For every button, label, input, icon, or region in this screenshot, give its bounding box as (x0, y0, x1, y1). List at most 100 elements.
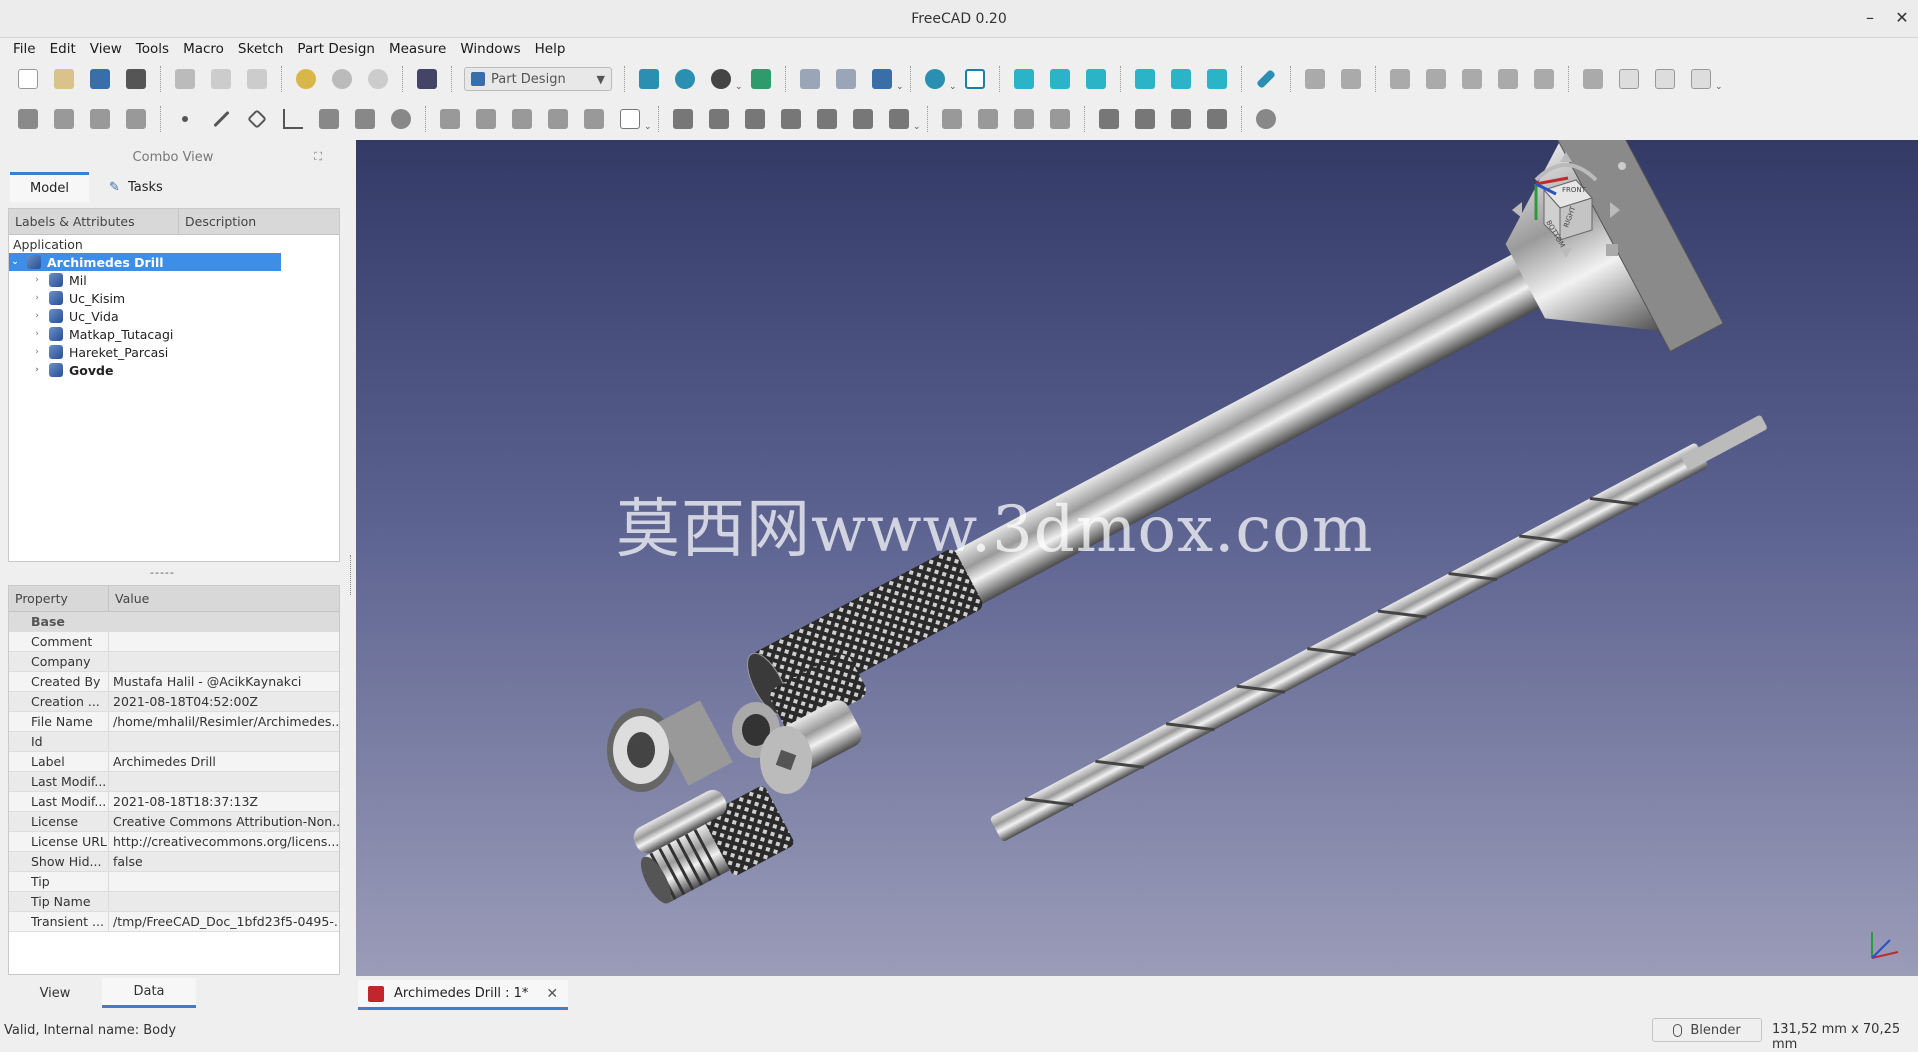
tree-item-matkap-tutacagi[interactable]: › Matkap_Tutacagi (9, 325, 339, 343)
expand-icon[interactable]: › (31, 347, 43, 357)
tab-model[interactable]: Model (10, 172, 90, 202)
menu-sketch[interactable]: Sketch (231, 41, 290, 57)
expand-icon[interactable]: › (31, 275, 43, 285)
tree-item-root[interactable]: ⌄ Archimedes Drill (9, 253, 281, 271)
property-row[interactable]: Tip (9, 872, 339, 892)
cube-view-menu-icon[interactable] (1606, 244, 1618, 256)
new-document-button[interactable] (13, 64, 43, 94)
draw-style-button[interactable] (706, 64, 736, 94)
draft-button[interactable] (1166, 104, 1196, 134)
navigation-style-button[interactable]: Blender (1652, 1018, 1762, 1042)
property-value[interactable]: 2021-08-18T04:52:00Z (109, 694, 339, 709)
expand-icon[interactable]: › (31, 293, 43, 303)
header-value[interactable]: Value (109, 586, 339, 611)
dock-splitter[interactable] (350, 555, 352, 595)
chevron-down-icon[interactable]: ⌄ (896, 82, 904, 92)
collar-part[interactable] (607, 700, 733, 792)
property-value[interactable]: Mustafa Halil - @AcikKaynakci (109, 674, 339, 689)
property-group-base[interactable]: Base (9, 612, 339, 632)
paste-button[interactable] (242, 64, 272, 94)
left-view-button[interactable] (1202, 64, 1232, 94)
property-row[interactable]: Id (9, 732, 339, 752)
property-value[interactable]: Archimedes Drill (109, 754, 339, 769)
tab-tasks[interactable]: ✎ Tasks (89, 172, 183, 202)
property-row[interactable]: Creation ... 2021-08-18T04:52:00Z (9, 692, 339, 712)
local-cs-button[interactable] (278, 104, 308, 134)
tree-item-hareket-parcasi[interactable]: › Hareket_Parcasi (9, 343, 339, 361)
bottom-view-button[interactable] (1166, 64, 1196, 94)
tree-item-govde[interactable]: › Govde (9, 361, 339, 379)
datum-plane-button[interactable] (242, 104, 272, 134)
part-tool-2-button[interactable] (1336, 64, 1366, 94)
right-view-button[interactable] (1081, 64, 1111, 94)
chevron-down-icon[interactable]: ⌄ (1715, 82, 1723, 92)
fit-all-button[interactable] (634, 64, 664, 94)
property-row[interactable]: Company (9, 652, 339, 672)
additive-spring-button[interactable] (579, 104, 609, 134)
zoom-button[interactable] (920, 64, 950, 94)
menu-tools[interactable]: Tools (129, 41, 176, 57)
property-row[interactable]: Last Modif... 2021-08-18T18:37:13Z (9, 792, 339, 812)
property-row[interactable]: Created By Mustafa Halil - @AcikKaynakci (9, 672, 339, 692)
polar-pattern-button[interactable] (1009, 104, 1039, 134)
tree-item-uc-vida[interactable]: › Uc_Vida (9, 307, 339, 325)
linear-pattern-button[interactable] (973, 104, 1003, 134)
menu-windows[interactable]: Windows (453, 41, 527, 57)
back-button[interactable] (795, 64, 825, 94)
menu-edit[interactable]: Edit (43, 41, 83, 57)
header-labels[interactable]: Labels & Attributes (9, 209, 179, 234)
menu-file[interactable]: File (6, 41, 43, 57)
create-group-button[interactable] (1614, 64, 1644, 94)
measure-distance-button[interactable] (1251, 64, 1281, 94)
part-tool-1-button[interactable] (1300, 64, 1330, 94)
create-part-button[interactable] (1578, 64, 1608, 94)
workbench-selector[interactable]: Part Design ▼ (464, 67, 612, 91)
menu-view[interactable]: View (83, 41, 129, 57)
validate-sketch-button[interactable] (85, 104, 115, 134)
property-row[interactable]: License Creative Commons Attribution-Non.… (9, 812, 339, 832)
property-value[interactable]: /home/mhalil/Resimler/Archimedes... (109, 714, 339, 729)
link-tool-1-button[interactable] (1385, 64, 1415, 94)
link-tool-3-button[interactable] (1457, 64, 1487, 94)
multi-transform-button[interactable] (1045, 104, 1075, 134)
additive-box-button[interactable] (615, 104, 645, 134)
tree-item-mil[interactable]: › Mil (9, 271, 339, 289)
tab-view[interactable]: View (8, 978, 102, 1008)
refresh-button[interactable] (363, 64, 393, 94)
clone-button[interactable] (386, 104, 416, 134)
menu-part-design[interactable]: Part Design (290, 41, 382, 57)
subtractive-loft-button[interactable] (776, 104, 806, 134)
datum-line-button[interactable] (206, 104, 236, 134)
open-button[interactable] (49, 64, 79, 94)
property-row[interactable]: Label Archimedes Drill (9, 752, 339, 772)
additive-primitive-button[interactable] (543, 104, 573, 134)
thickness-button[interactable] (1202, 104, 1232, 134)
cut-button[interactable] (170, 64, 200, 94)
cube-menu-icon[interactable] (1618, 162, 1626, 170)
fit-selection-button[interactable] (670, 64, 700, 94)
datum-point-button[interactable] (170, 104, 200, 134)
tree-item-uc-kisim[interactable]: › Uc_Kisim (9, 289, 339, 307)
rear-view-button[interactable] (1130, 64, 1160, 94)
expand-icon[interactable]: › (31, 365, 43, 375)
export-button[interactable] (1650, 64, 1680, 94)
property-value[interactable]: false (109, 854, 339, 869)
property-row[interactable]: License URL http://creativecommons.org/li… (9, 832, 339, 852)
close-window-button[interactable]: ✕ (1890, 8, 1914, 27)
close-tab-icon[interactable]: ✕ (546, 986, 558, 1002)
property-row[interactable]: Tip Name (9, 892, 339, 912)
property-value[interactable]: 2021-08-18T18:37:13Z (109, 794, 339, 809)
std-view-menu-button[interactable] (867, 64, 897, 94)
panel-splitter[interactable]: ----- (150, 566, 175, 579)
forward-button[interactable] (831, 64, 861, 94)
header-property[interactable]: Property (9, 586, 109, 611)
collapse-icon[interactable]: ⌄ (9, 257, 21, 267)
document-tab[interactable]: Archimedes Drill : 1* ✕ (358, 980, 569, 1010)
pad-button[interactable] (314, 104, 344, 134)
save-button[interactable] (85, 64, 115, 94)
menu-measure[interactable]: Measure (382, 41, 453, 57)
export-more-button[interactable] (1686, 64, 1716, 94)
property-row[interactable]: File Name/home/mhalil/Resimler/Archimede… (9, 712, 339, 732)
copy-button[interactable] (206, 64, 236, 94)
link-tool-5-button[interactable] (1529, 64, 1559, 94)
